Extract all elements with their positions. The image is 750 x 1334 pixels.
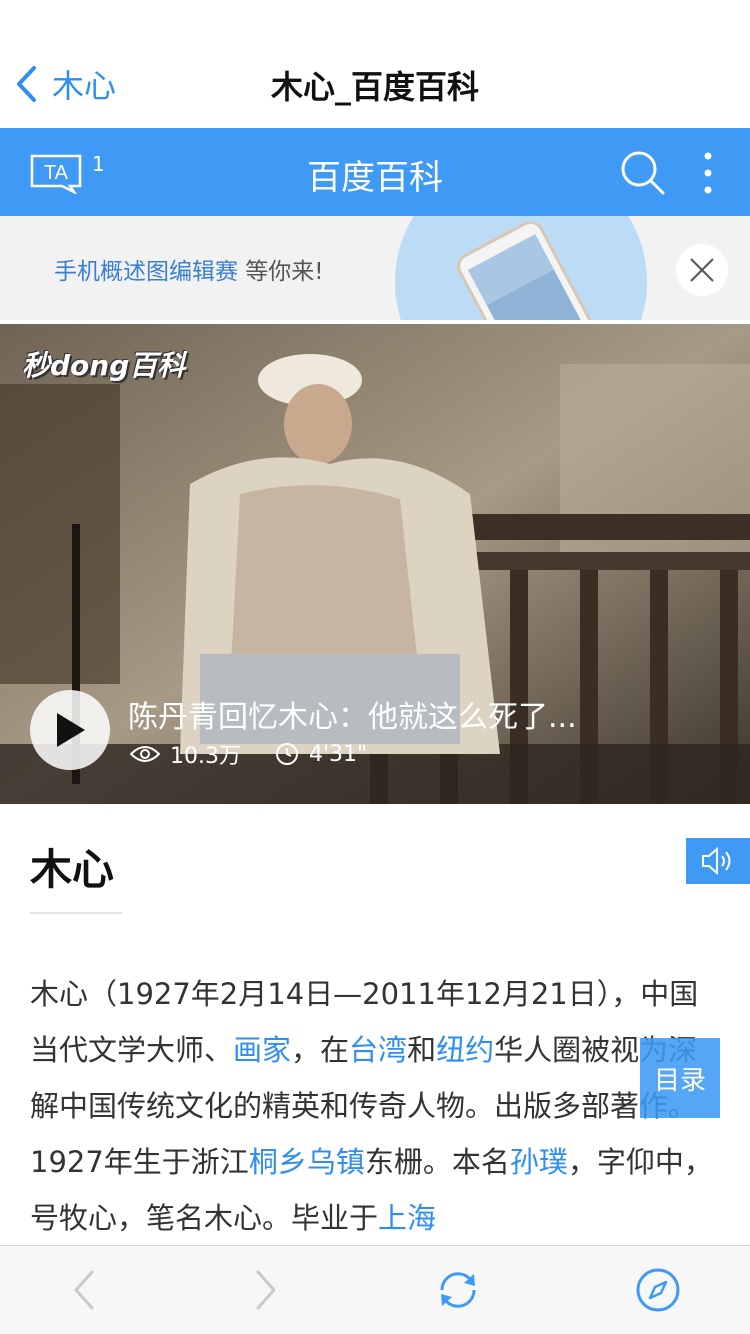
- article-text: ，在: [291, 1033, 350, 1067]
- article-link[interactable]: 桐乡乌镇: [249, 1145, 365, 1179]
- video-logo: 秒dong百科: [22, 349, 186, 382]
- phone-illustration: [457, 222, 602, 320]
- article-text: 和: [407, 1033, 437, 1067]
- eye-icon: [130, 746, 160, 762]
- page-title: 木心_百度百科: [270, 68, 479, 106]
- compass-icon[interactable]: [634, 1266, 682, 1314]
- video-duration: 4'31": [309, 741, 368, 767]
- play-button[interactable]: [30, 690, 110, 770]
- table-of-contents-button[interactable]: 目录: [640, 1038, 720, 1118]
- chevron-right-icon[interactable]: [242, 1266, 290, 1314]
- promo-close-button[interactable]: [676, 244, 728, 296]
- more-vertical-icon[interactable]: [696, 150, 720, 196]
- audio-read-button[interactable]: [686, 838, 750, 884]
- search-icon[interactable]: [620, 150, 666, 196]
- promo-rest-text: 等你来!: [238, 259, 324, 285]
- article-link[interactable]: 纽约: [436, 1033, 494, 1067]
- article-link[interactable]: 孙璞: [510, 1145, 568, 1179]
- video-meta: 10.3万 4'31": [130, 738, 367, 770]
- promo-text[interactable]: 手机概述图编辑赛 等你来!: [54, 252, 324, 286]
- article-text: 东栅。本名: [364, 1145, 510, 1179]
- video-views: 10.3万: [170, 744, 241, 769]
- article-link[interactable]: 上海: [378, 1201, 436, 1235]
- video-player[interactable]: 秒dong百科 陈丹青回忆木心：他就这么死了... 10.3万 4'31": [0, 324, 750, 804]
- refresh-icon[interactable]: [434, 1266, 482, 1314]
- clock-icon: [276, 743, 298, 765]
- speaker-icon: [702, 847, 731, 875]
- promo-banner[interactable]: 手机概述图编辑赛 等你来!: [0, 216, 750, 320]
- promo-link[interactable]: 手机概述图编辑赛: [54, 259, 238, 285]
- play-icon: [57, 713, 85, 747]
- article-link[interactable]: 台湾: [349, 1033, 407, 1067]
- browser-toolbar: [0, 1245, 750, 1334]
- baike-header: TA 1 百度百科: [0, 128, 750, 216]
- close-icon: [690, 258, 714, 282]
- article-link[interactable]: 画家: [233, 1033, 291, 1067]
- video-title: 陈丹青回忆木心：他就这么死了...: [128, 700, 577, 735]
- title-divider: [30, 912, 122, 914]
- top-navigation-bar: 木心 木心_百度百科: [0, 40, 750, 128]
- chevron-left-icon[interactable]: [60, 1266, 108, 1314]
- article-title: 木心: [30, 845, 115, 894]
- article-summary: 木心（1927年2月14日—2011年12月21日），中国当代文学大师、画家，在…: [30, 966, 720, 1246]
